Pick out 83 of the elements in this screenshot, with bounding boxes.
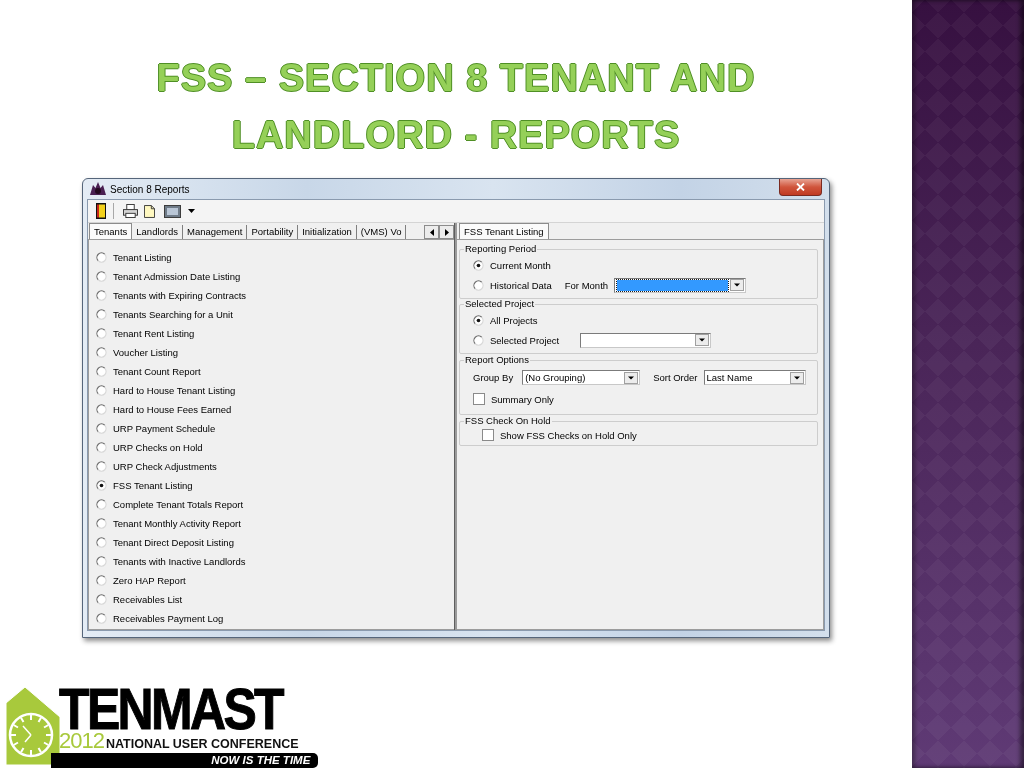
report-radio-option[interactable]: Hard to House Tenant Listing	[96, 381, 236, 400]
app-icon	[90, 182, 106, 196]
project-dropdown[interactable]	[580, 332, 712, 348]
close-icon	[796, 183, 805, 191]
window-title: Section 8 Reports	[110, 183, 190, 195]
caret-icon[interactable]	[188, 209, 195, 213]
report-radio-option[interactable]: Tenant Count Report	[96, 362, 201, 381]
tab[interactable]: Tenants	[89, 223, 133, 239]
report-radio-option[interactable]: Tenants with Inactive Landlords	[96, 552, 246, 571]
slide-title: FSS – SECTION 8 TENANT AND LANDLORD - REPORTS	[155, 56, 757, 158]
radio-icon[interactable]	[473, 314, 484, 326]
radio-option[interactable]: All Projects	[473, 314, 538, 326]
document-icon[interactable]	[144, 204, 155, 218]
radio-icon[interactable]	[96, 537, 107, 548]
report-radio-option[interactable]: URP Payment Schedule	[96, 419, 216, 438]
radio-icon[interactable]	[96, 347, 107, 358]
checkbox-icon[interactable]	[482, 429, 494, 441]
report-radio-option[interactable]: Tenant Direct Deposit Listing	[96, 533, 234, 552]
report-radio-option[interactable]: Tenant Admission Date Listing	[96, 267, 241, 286]
radio-icon[interactable]	[96, 518, 107, 529]
door-icon[interactable]	[96, 203, 106, 219]
radio-icon[interactable]	[96, 480, 107, 491]
report-radio-option[interactable]: Complete Tenant Totals Report	[96, 495, 244, 514]
radio-icon[interactable]	[96, 613, 107, 624]
summary-only-checkbox[interactable]: Summary Only	[473, 393, 554, 405]
radio-icon[interactable]	[473, 334, 484, 346]
radio-icon[interactable]	[96, 252, 107, 263]
radio-icon[interactable]	[96, 385, 107, 396]
report-radio-option[interactable]: URP Checks on Hold	[96, 438, 203, 457]
right-triangle-icon	[444, 228, 449, 236]
report-radio-option[interactable]: Receivables List	[96, 590, 183, 609]
radio-icon[interactable]	[473, 259, 484, 271]
group-title: Report Options	[464, 354, 530, 366]
report-radio-option[interactable]: Tenant Monthly Activity Report	[96, 514, 241, 533]
group-title: FSS Check On Hold	[464, 415, 552, 427]
radio-icon[interactable]	[96, 442, 107, 453]
radio-icon[interactable]	[96, 309, 107, 320]
radio-option[interactable]: Selected Project	[473, 334, 560, 346]
report-radio-option[interactable]: Tenants Searching for a Unit	[96, 305, 233, 324]
report-radio-option[interactable]: FSS Tenant Listing	[96, 476, 193, 495]
radio-icon[interactable]	[96, 328, 107, 339]
group-by-dropdown[interactable]: (No Grouping)	[522, 370, 641, 385]
printer-icon[interactable]	[123, 204, 138, 218]
checkbox-icon[interactable]	[473, 393, 485, 405]
radio-icon[interactable]	[96, 575, 107, 586]
report-radio-option[interactable]: Zero HAP Report	[96, 571, 186, 590]
radio-icon[interactable]	[96, 556, 107, 567]
show-on-hold-checkbox[interactable]: Show FSS Checks on Hold Only	[482, 429, 637, 441]
radio-icon[interactable]	[96, 271, 107, 282]
report-radio-option[interactable]: Tenant Rent Listing	[96, 324, 195, 343]
radio-icon[interactable]	[96, 499, 107, 510]
report-radio-option[interactable]: URP Check Adjustments	[96, 457, 217, 476]
group-title: Selected Project	[464, 298, 536, 310]
logo-year: 2012	[59, 732, 104, 750]
report-radio-option[interactable]: Hard to House Fees Earned	[96, 400, 232, 419]
sort-order-dropdown[interactable]: Last Name	[703, 370, 806, 385]
close-button[interactable]	[779, 179, 822, 196]
radio-option[interactable]: Current Month	[473, 259, 551, 271]
radio-icon[interactable]	[96, 423, 107, 434]
radio-icon[interactable]	[96, 594, 107, 605]
tagline-banner: NOW IS THE TIME	[51, 753, 319, 768]
report-radio-option[interactable]: Voucher Listing	[96, 343, 178, 362]
report-radio-option[interactable]: Receivables Payment Log	[96, 609, 224, 628]
group-title: Reporting Period	[464, 243, 538, 255]
logo-brand: TENMAST	[59, 686, 282, 732]
scroll-right-button[interactable]	[439, 225, 454, 239]
report-radio-option[interactable]: Tenants with Expiring Contracts	[96, 286, 247, 305]
picture-icon[interactable]	[164, 204, 181, 218]
month-dropdown[interactable]	[614, 277, 747, 293]
radio-icon[interactable]	[473, 279, 484, 291]
radio-option[interactable]: Historical Data	[473, 279, 552, 291]
logo-event: NATIONAL USER CONFERENCE	[105, 736, 299, 753]
radio-icon[interactable]	[96, 366, 107, 377]
field-label: Sort Order	[653, 372, 698, 383]
scroll-left-button[interactable]	[424, 225, 439, 239]
report-radio-option[interactable]: Tenant Listing	[96, 248, 172, 267]
radio-icon[interactable]	[96, 404, 107, 415]
field-label: Group By	[473, 372, 514, 383]
radio-icon[interactable]	[96, 290, 107, 301]
radio-icon[interactable]	[96, 461, 107, 472]
left-triangle-icon	[429, 228, 434, 236]
tab[interactable]: FSS Tenant Listing	[459, 223, 549, 239]
field-label: For Month	[564, 279, 609, 291]
